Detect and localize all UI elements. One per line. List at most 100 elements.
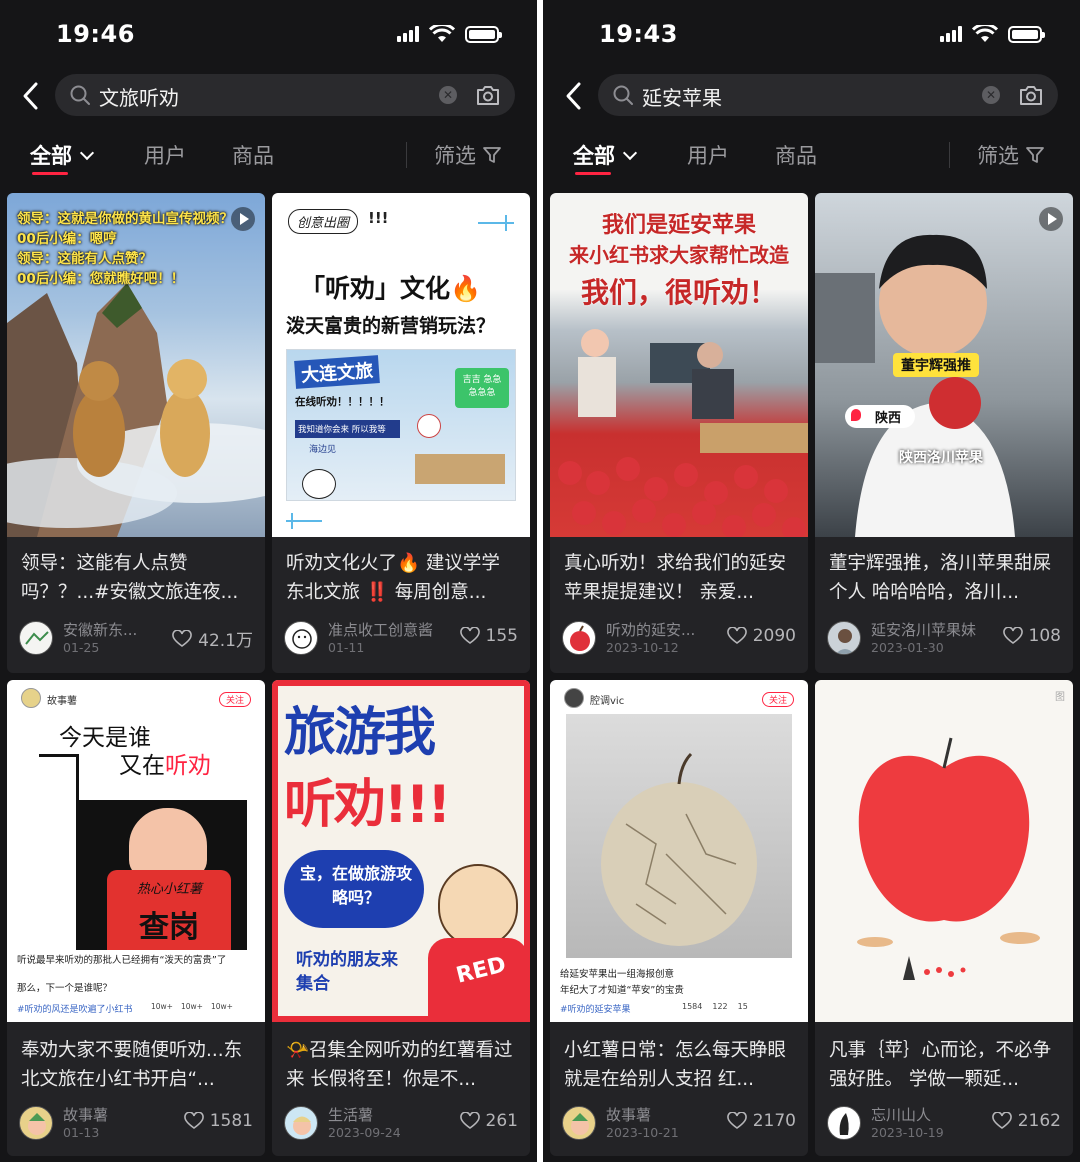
avatar[interactable] — [827, 621, 861, 655]
avatar[interactable] — [562, 621, 596, 655]
avatar[interactable] — [19, 1106, 53, 1140]
author-name[interactable]: 准点收工创意酱 — [328, 619, 468, 640]
plus-decoration-icon — [286, 513, 322, 529]
like-count[interactable]: 1581 — [183, 1111, 253, 1131]
tab-goods[interactable]: 商品 — [232, 140, 274, 170]
note-card[interactable]: 我们是延安苹果 来小红书求大家帮忙改造 我们，很听劝！ 真心听劝！求给我们的延安… — [550, 193, 808, 673]
note-title[interactable]: 真心听劝！求给我们的延安苹果提提建议！ 亲爱... — [564, 549, 796, 607]
note-title[interactable]: 凡事｛苹｝心而论，不必争强好胜。 学做一颗延... — [829, 1036, 1061, 1094]
post-date: 01-25 — [63, 640, 100, 655]
like-count[interactable]: 155 — [459, 626, 518, 646]
headline: 「听劝」文化🔥 — [300, 274, 482, 303]
camera-icon[interactable] — [475, 83, 501, 107]
author-name[interactable]: 安徽新东... — [63, 619, 173, 640]
poster-line: 我们是延安苹果 — [601, 213, 756, 238]
note-cover-image[interactable]: 创意出圈 !!! 「听劝」文化🔥 泼天富贵的新营销玩法？ 大连文旅 在线听劝！！… — [272, 193, 530, 537]
avatar[interactable] — [827, 1106, 861, 1140]
speech-bubble-text: 宝，在做旅游攻略吗？ — [299, 864, 412, 907]
search-input[interactable]: 文旅听劝 ✕ — [55, 74, 515, 116]
author-name[interactable]: 忘川山人 — [871, 1104, 981, 1125]
avatar[interactable] — [284, 621, 318, 655]
stat-collects: 122 — [712, 1002, 728, 1011]
box-illustration — [415, 454, 505, 484]
post-date: 2023-10-21 — [606, 1125, 679, 1140]
poster-sub: 在线听劝！！！！！ — [295, 396, 390, 408]
post-tag: #听劝的延安苹果 — [560, 1005, 631, 1015]
clear-icon[interactable]: ✕ — [982, 86, 1000, 104]
avatar[interactable] — [284, 1106, 318, 1140]
note-cover-image[interactable]: 图 — [815, 680, 1073, 1022]
filter-button[interactable]: 筛选 — [434, 140, 502, 170]
like-count[interactable]: 2090 — [726, 626, 796, 646]
stat-collects: 10w+ — [180, 1002, 203, 1011]
note-title[interactable]: 📯召集全网听劝的红薯看过来 长假将至！你是不... — [286, 1036, 518, 1094]
avatar[interactable] — [19, 621, 53, 655]
wifi-icon — [972, 25, 998, 42]
heart-icon — [183, 1112, 204, 1129]
note-meta: 故事薯 2023-10-21 2170 — [562, 1104, 798, 1144]
headline-line2: 又在听劝 — [119, 746, 211, 780]
note-title[interactable]: 奉劝大家不要随便听劝...东北文旅在小红书开启“... — [21, 1036, 253, 1094]
tab-users[interactable]: 用户 — [144, 140, 186, 170]
status-time: 19:43 — [599, 20, 678, 48]
heart-icon — [459, 1112, 480, 1129]
post-caption: 给延安苹果出一组海报创意 — [560, 969, 675, 980]
like-count[interactable]: 2162 — [991, 1111, 1061, 1131]
note-cover-image[interactable]: 故事薯 关注 今天是谁 又在听劝 热心小红薯 查岗 听说最早来听劝的那批人已经拥… — [7, 680, 265, 1022]
tab-users[interactable]: 用户 — [687, 140, 729, 170]
author-name[interactable]: 生活薯 — [328, 1104, 438, 1125]
back-chevron-icon[interactable] — [563, 80, 585, 112]
status-bar: 19:46 — [0, 0, 537, 70]
avatar — [564, 688, 584, 708]
note-title[interactable]: 董宇辉强推，洛川苹果甜屎个人 哈哈哈哈，洛川... — [829, 549, 1061, 607]
like-count[interactable]: 261 — [459, 1111, 518, 1131]
follow-button: 关注 — [761, 692, 794, 707]
note-meta: 忘川山人 2023-10-19 2162 — [827, 1104, 1063, 1144]
like-count[interactable]: 108 — [1002, 626, 1061, 646]
tab-goods[interactable]: 商品 — [775, 140, 817, 170]
play-icon — [231, 207, 255, 231]
search-input[interactable]: 延安苹果 ✕ — [598, 74, 1058, 116]
note-card[interactable]: 领导：这就是你做的黄山宣传视频？ 00后小编：嗯哼 领导：这能有人点赞？ 00后… — [7, 193, 265, 673]
search-row: 文旅听劝 ✕ — [0, 74, 537, 118]
caption-line: 00后小编：您就瞧好吧！！ — [17, 271, 185, 287]
cloud-mascot-illustration — [302, 469, 336, 499]
camera-icon[interactable] — [1018, 83, 1044, 107]
status-bar: 19:43 — [543, 0, 1080, 70]
poster-photo — [566, 714, 792, 958]
author-name[interactable]: 故事薯 — [606, 1104, 716, 1125]
note-card[interactable]: 董宇辉强推 陕西 陕西洛川苹果 董宇辉强推，洛川苹果甜屎个人 哈哈哈哈，洛川..… — [815, 193, 1073, 673]
note-cover-image[interactable]: 腔调vic 关注 给延安苹果出一组海报创意 年纪大了才知道“苹安”的宝贵 #听劝… — [550, 680, 808, 1022]
note-card[interactable]: 创意出圈 !!! 「听劝」文化🔥 泼天富贵的新营销玩法？ 大连文旅 在线听劝！！… — [272, 193, 530, 673]
like-count[interactable]: 42.1万 — [172, 626, 253, 651]
like-count-value: 261 — [485, 1111, 518, 1131]
street-sign: 我知道你会来 所以我等 — [295, 420, 400, 438]
note-card[interactable]: 腔调vic 关注 给延安苹果出一组海报创意 年纪大了才知道“苹安”的宝贵 #听劝… — [550, 680, 808, 1156]
note-title[interactable]: 听劝文化火了🔥 建议学学东北文旅 ‼️ 每周创意... — [286, 549, 518, 607]
note-title[interactable]: 领导：这能有人点赞吗？？...#安徽文旅连夜... — [21, 549, 253, 607]
note-title[interactable]: 小红薯日常：怎么每天睁眼就是在给别人支招 红... — [564, 1036, 796, 1094]
back-chevron-icon[interactable] — [20, 80, 42, 112]
like-count[interactable]: 2170 — [726, 1111, 796, 1131]
author-name[interactable]: 延安洛川苹果妹 — [871, 619, 1011, 640]
note-cover-image[interactable]: 董宇辉强推 陕西 陕西洛川苹果 — [815, 193, 1073, 537]
note-card[interactable]: 旅游我 听劝!!! 宝，在做旅游攻略吗？ 听劝的朋友来集合 RED 📯召集全网听… — [272, 680, 530, 1156]
note-card[interactable]: 故事薯 关注 今天是谁 又在听劝 热心小红薯 查岗 听说最早来听劝的那批人已经拥… — [7, 680, 265, 1156]
tab-all[interactable]: 全部 — [30, 140, 95, 170]
tab-all[interactable]: 全部 — [573, 140, 638, 170]
search-icon — [613, 85, 633, 105]
filter-button[interactable]: 筛选 — [977, 140, 1045, 170]
clear-icon[interactable]: ✕ — [439, 86, 457, 104]
note-meta: 安徽新东... 01-25 42.1万 — [19, 619, 255, 659]
signal-icon — [940, 26, 962, 42]
avatar[interactable] — [562, 1106, 596, 1140]
post-username: 故事薯 — [47, 696, 77, 707]
note-meta: 生活薯 2023-09-24 261 — [284, 1104, 520, 1144]
tab-divider — [949, 142, 950, 168]
note-card[interactable]: 图 凡事｛苹｝心而论，不必争强好胜。 学做一颗延... 忘川山人 2023-10… — [815, 680, 1073, 1156]
note-cover-image[interactable]: 我们是延安苹果 来小红书求大家帮忙改造 我们，很听劝！ — [550, 193, 808, 537]
author-name[interactable]: 听劝的延安... — [606, 619, 710, 640]
author-name[interactable]: 故事薯 — [63, 1104, 173, 1125]
note-cover-image[interactable]: 领导：这就是你做的黄山宣传视频？ 00后小编：嗯哼 领导：这能有人点赞？ 00后… — [7, 193, 265, 537]
note-cover-image[interactable]: 旅游我 听劝!!! 宝，在做旅游攻略吗？ 听劝的朋友来集合 RED — [272, 680, 530, 1022]
